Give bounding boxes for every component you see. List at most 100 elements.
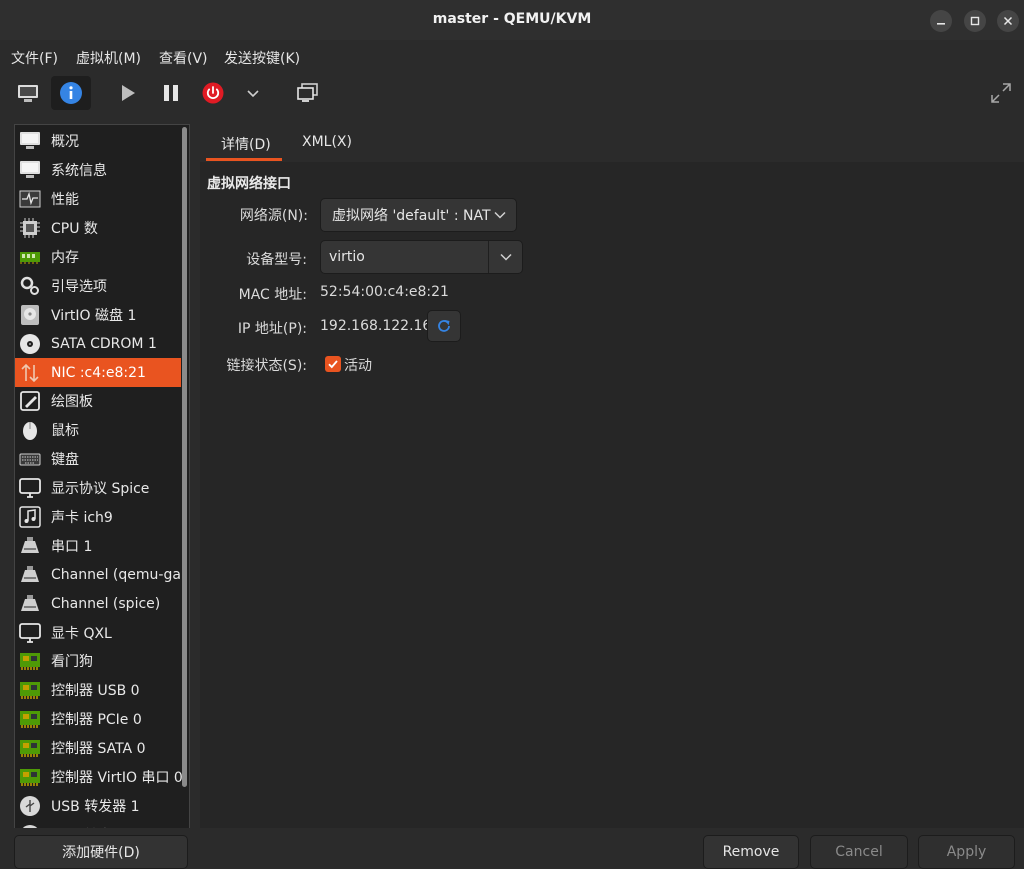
menu-send-key[interactable]: 发送按键(K) <box>224 48 300 68</box>
sidebar-item-label: 串口 1 <box>51 538 93 555</box>
sidebar-item[interactable]: USB 转发器 1 <box>15 791 181 820</box>
tablet-icon <box>19 390 41 412</box>
minimize-button[interactable] <box>930 10 952 32</box>
sidebar-item-label: Channel (qemu-ga) <box>51 566 187 583</box>
channel-icon <box>19 564 41 586</box>
hardware-list[interactable]: 概况系统信息性能 CPU 数内存 引导选项 VirtIO 磁盘 1 SATA CDROM… <box>14 124 190 830</box>
apply-button[interactable]: Apply <box>918 835 1015 869</box>
sidebar-item[interactable]: 系统信息 <box>15 156 181 185</box>
card-icon <box>19 766 41 788</box>
console-button[interactable] <box>10 76 46 110</box>
sidebar-item[interactable]: 概况 <box>15 127 181 156</box>
sidebar-item[interactable]: 控制器 PCIe 0 <box>15 705 181 734</box>
run-button[interactable] <box>112 76 144 110</box>
cancel-button[interactable]: Cancel <box>810 835 908 869</box>
network-source-label: 网络源(N): <box>239 208 308 224</box>
minimize-icon <box>937 23 945 25</box>
sidebar-item-label: 显示协议 Spice <box>51 481 150 498</box>
close-button[interactable] <box>997 10 1019 32</box>
tab-details[interactable]: 详情(D) <box>221 134 271 154</box>
snapshots-button[interactable] <box>292 76 324 110</box>
maximize-button[interactable] <box>964 10 986 32</box>
details-panel: 虚拟网络接口 网络源(N): 虚拟网络 'default' : NAT 设备型号… <box>200 162 1024 828</box>
hardware-list-scrollbar[interactable] <box>182 127 187 787</box>
sidebar-item[interactable]: CPU 数 <box>15 214 181 243</box>
hardware-list-items: 概况系统信息性能 CPU 数内存 引导选项 VirtIO 磁盘 1 SATA CDROM… <box>15 127 186 829</box>
link-state-checkbox[interactable] <box>325 356 341 372</box>
menu-bar: 文件(F) 虚拟机(M) 查看(V) 发送按键(K) <box>0 40 1024 72</box>
sidebar-item-label: 性能 <box>51 192 79 209</box>
device-model-label: 设备型号: <box>246 252 307 268</box>
sidebar-item[interactable]: 显卡 QXL <box>15 618 181 647</box>
sidebar-item[interactable]: 控制器 SATA 0 <box>15 734 181 763</box>
checkmark-icon <box>328 360 338 369</box>
sidebar-item[interactable]: 看门狗 <box>15 647 181 676</box>
memory-icon <box>19 246 41 268</box>
channel-icon <box>19 593 41 615</box>
sidebar-item[interactable]: 声卡 ich9 <box>15 503 181 532</box>
sidebar-item[interactable]: Channel (spice) <box>15 589 181 618</box>
keyboard-icon <box>19 448 41 470</box>
sidebar-item[interactable]: 引导选项 <box>15 271 181 300</box>
pause-button[interactable] <box>155 76 187 110</box>
refresh-ip-button[interactable] <box>427 310 461 342</box>
sidebar-item[interactable]: Channel (qemu-ga) <box>15 560 186 589</box>
menu-view[interactable]: 查看(V) <box>159 48 208 68</box>
card-icon <box>19 737 41 759</box>
device-model-value: virtio <box>329 249 365 265</box>
sidebar-item-label: 显卡 QXL <box>51 625 112 642</box>
menu-file[interactable]: 文件(F) <box>11 48 58 68</box>
fullscreen-icon <box>991 83 1011 103</box>
power-icon <box>202 82 224 104</box>
sidebar-item-label: 控制器 VirtIO 串口 0 <box>51 770 183 787</box>
details-button[interactable] <box>51 76 91 110</box>
sidebar-item[interactable]: 显示协议 Spice <box>15 474 181 503</box>
sidebar-item-label: 声卡 ich9 <box>51 510 113 527</box>
sidebar-item[interactable]: 绘图板 <box>15 387 181 416</box>
tab-xml[interactable]: XML(X) <box>302 134 352 150</box>
remove-button[interactable]: Remove <box>703 835 799 869</box>
sidebar-item[interactable]: SATA CDROM 1 <box>15 329 181 358</box>
play-icon <box>122 85 135 101</box>
chevron-down-icon <box>500 253 512 261</box>
add-hardware-button[interactable]: 添加硬件(D) <box>14 835 188 869</box>
chevron-down-icon <box>247 90 259 98</box>
device-model-combo[interactable]: virtio <box>320 240 523 274</box>
link-state-text[interactable]: 活动 <box>344 355 372 375</box>
cpu-icon <box>19 217 41 239</box>
network-source-combo[interactable]: 虚拟网络 'default' : NAT <box>320 198 517 232</box>
fullscreen-button[interactable] <box>986 76 1016 110</box>
card-icon <box>19 650 41 672</box>
sidebar-item[interactable]: 内存 <box>15 243 181 272</box>
sidebar-item[interactable]: 性能 <box>15 185 181 214</box>
bottom-bar: 添加硬件(D) Remove Cancel Apply <box>0 828 1024 869</box>
monitor-icon <box>19 159 41 181</box>
screens-icon <box>297 83 318 102</box>
sidebar-item[interactable]: 控制器 USB 0 <box>15 676 181 705</box>
sidebar-item-label: 概况 <box>51 134 79 151</box>
usb-icon <box>19 795 41 817</box>
mac-value: 52:54:00:c4:e8:21 <box>320 284 449 300</box>
sidebar-item[interactable]: 鼠标 <box>15 416 181 445</box>
sound-icon <box>19 506 41 528</box>
sidebar-item[interactable]: VirtIO 磁盘 1 <box>15 300 181 329</box>
sidebar-item-label: 控制器 PCIe 0 <box>51 712 142 729</box>
combo-divider <box>488 241 489 273</box>
sidebar-item-label: 绘图板 <box>51 394 93 411</box>
serial-icon <box>19 535 41 557</box>
shutdown-button[interactable] <box>197 76 229 110</box>
toolbar <box>0 72 1024 114</box>
display-icon <box>19 622 41 644</box>
cdrom-icon <box>19 333 41 355</box>
menu-vm[interactable]: 虚拟机(M) <box>76 48 141 68</box>
sidebar-item-label: CPU 数 <box>51 221 98 238</box>
sidebar-item[interactable]: 键盘 <box>15 445 181 474</box>
sidebar-item[interactable]: NIC :c4:e8:21 <box>15 358 181 388</box>
sidebar-item-label: 控制器 USB 0 <box>51 683 140 700</box>
mac-label: MAC 地址: <box>238 287 307 303</box>
ip-label: IP 地址(P): <box>237 321 307 337</box>
sidebar-item[interactable]: 串口 1 <box>15 531 181 560</box>
performance-icon <box>19 188 41 210</box>
sidebar-item[interactable]: 控制器 VirtIO 串口 0 <box>15 763 183 792</box>
shutdown-menu-button[interactable] <box>240 76 266 110</box>
